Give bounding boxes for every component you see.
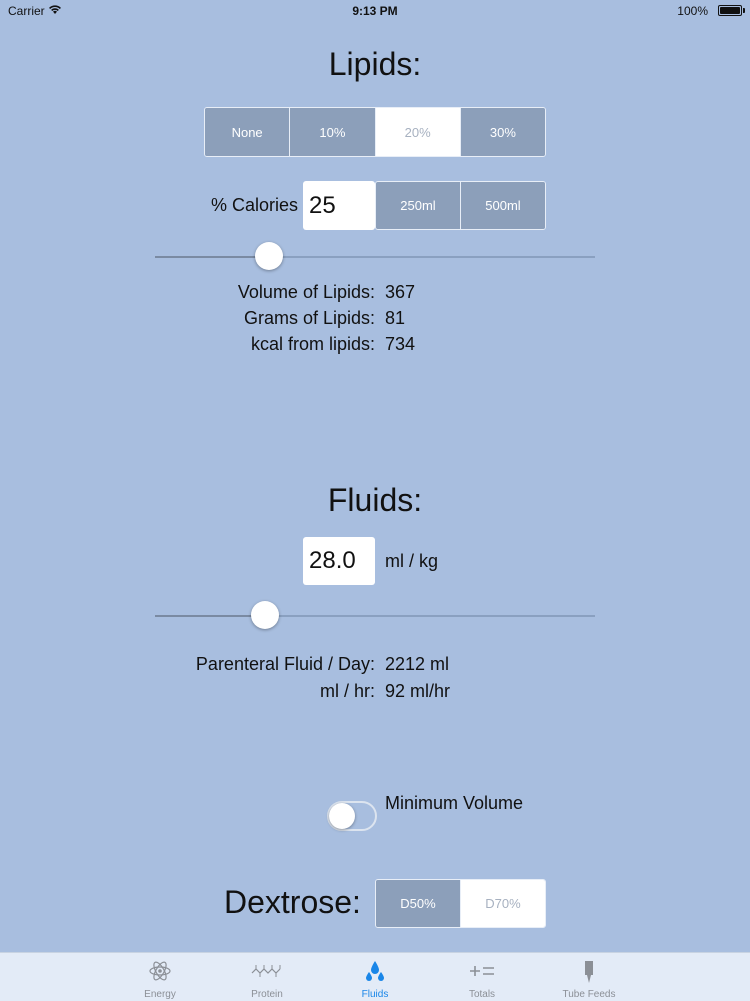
- ml-per-hr-label: ml / hr:: [319, 681, 375, 701]
- atom-icon: [110, 959, 210, 985]
- fluids-title: Fluids:: [327, 482, 423, 518]
- battery-percent: 100%: [677, 4, 708, 18]
- toggle-knob: [329, 803, 355, 829]
- percent-calories-input[interactable]: 25: [303, 181, 375, 230]
- lipid-option-10[interactable]: 10%: [290, 108, 376, 156]
- lipids-title: Lipids:: [328, 46, 422, 82]
- droplets-icon: [325, 959, 425, 985]
- tab-tube-feeds[interactable]: Tube Feeds: [539, 953, 639, 1001]
- lipid-option-20[interactable]: 20%: [375, 108, 461, 156]
- tab-totals-label: Totals: [468, 989, 496, 1000]
- status-bar: Carrier 9:13 PM 100%: [0, 0, 750, 22]
- parenteral-fluid-label: Parenteral Fluid / Day:: [195, 654, 375, 674]
- fluids-unit-label: ml / kg: [385, 551, 439, 571]
- lipids-grams-value: 81: [385, 308, 406, 328]
- parenteral-fluid-value: 2212 ml: [385, 654, 450, 674]
- dextrose-title: Dextrose:: [224, 884, 361, 920]
- lipids-grams-label: Grams of Lipids:: [243, 308, 375, 328]
- tab-fluids-label: Fluids: [361, 989, 389, 1000]
- feeding-tube-icon: [539, 959, 639, 985]
- tab-protein[interactable]: Protein: [217, 953, 317, 1001]
- lipid-concentration-segment: None 10% 20% 30%: [204, 107, 546, 157]
- volume-option-250ml[interactable]: 250ml: [376, 182, 461, 229]
- battery-tip: [743, 8, 745, 13]
- tab-protein-label: Protein: [251, 989, 283, 1000]
- minimum-volume-label: Minimum Volume: [385, 793, 524, 813]
- fluids-slider-track[interactable]: [155, 615, 595, 617]
- lipids-kcal-label: kcal from lipids:: [250, 334, 375, 354]
- tab-totals[interactable]: Totals: [432, 953, 532, 1001]
- lipids-volume-value: 367: [385, 282, 416, 302]
- lipid-option-30[interactable]: 30%: [460, 108, 545, 156]
- tab-bar: Energy Protein Fluids Totals Tube Feeds: [0, 952, 750, 1001]
- fluids-slider-thumb[interactable]: [251, 601, 279, 629]
- lipids-kcal-value: 734: [385, 334, 416, 354]
- fluids-ml-per-kg-input[interactable]: 28.0: [303, 537, 375, 585]
- status-time: 9:13 PM: [352, 4, 398, 18]
- ml-per-hr-value: 92 ml/hr: [385, 681, 451, 701]
- fluids-slider-fill: [155, 615, 265, 617]
- dextrose-option-d50[interactable]: D50%: [376, 880, 461, 927]
- dextrose-segment: D50% D70%: [375, 879, 546, 928]
- plus-equals-icon: [432, 959, 532, 985]
- lipids-volume-label: Volume of Lipids:: [237, 282, 375, 302]
- minimum-volume-toggle[interactable]: [327, 801, 377, 831]
- lipids-slider-thumb[interactable]: [255, 242, 284, 270]
- lipids-slider-track[interactable]: [155, 256, 595, 258]
- molecule-chain-icon: [217, 959, 317, 985]
- lipids-slider-fill: [155, 256, 270, 258]
- volume-option-500ml[interactable]: 500ml: [461, 182, 545, 229]
- lipid-volume-segment: 250ml 500ml: [375, 181, 546, 230]
- percent-calories-label: % Calories: [210, 195, 298, 215]
- battery-icon: [718, 5, 742, 16]
- tab-energy[interactable]: Energy: [110, 953, 210, 1001]
- tab-tube-feeds-label: Tube Feeds: [562, 989, 616, 1000]
- tab-energy-label: Energy: [144, 989, 176, 1000]
- tab-fluids[interactable]: Fluids: [325, 953, 425, 1001]
- dextrose-option-d70[interactable]: D70%: [461, 880, 545, 927]
- lipid-option-none[interactable]: None: [205, 108, 291, 156]
